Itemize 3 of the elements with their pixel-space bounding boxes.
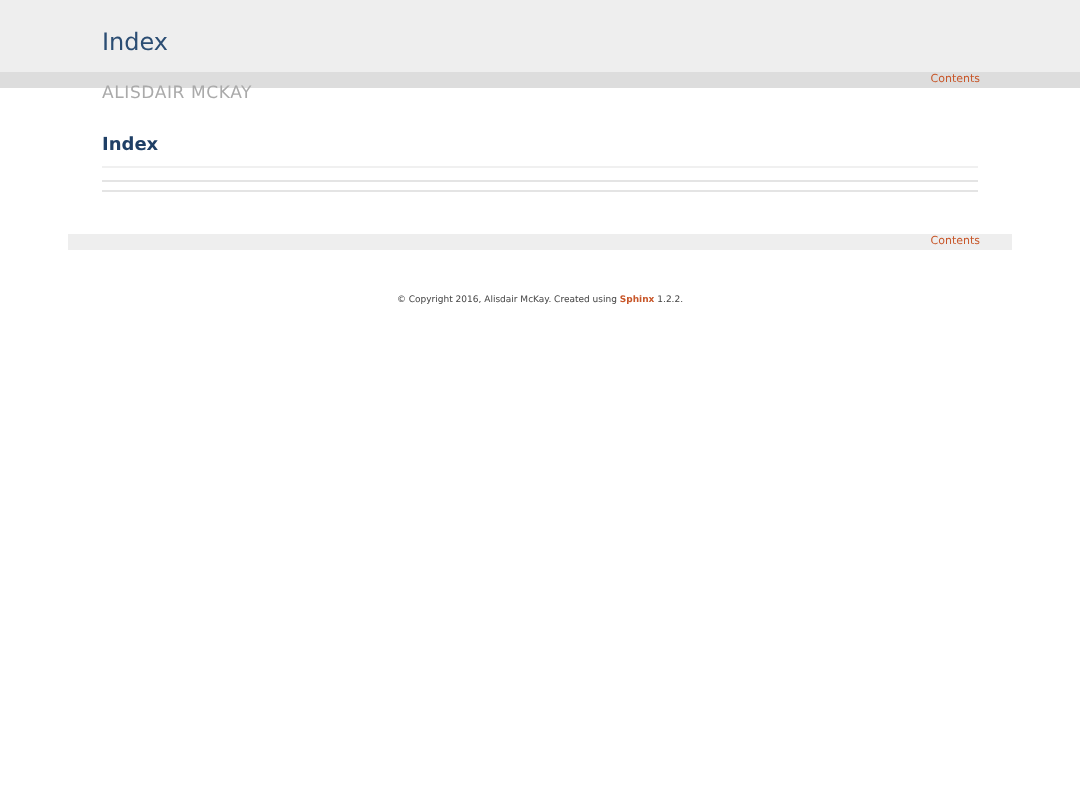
page-title: Index	[102, 30, 169, 56]
author-name: ALISDAIR MCKAY	[102, 84, 253, 106]
section-heading: Index	[102, 134, 159, 158]
